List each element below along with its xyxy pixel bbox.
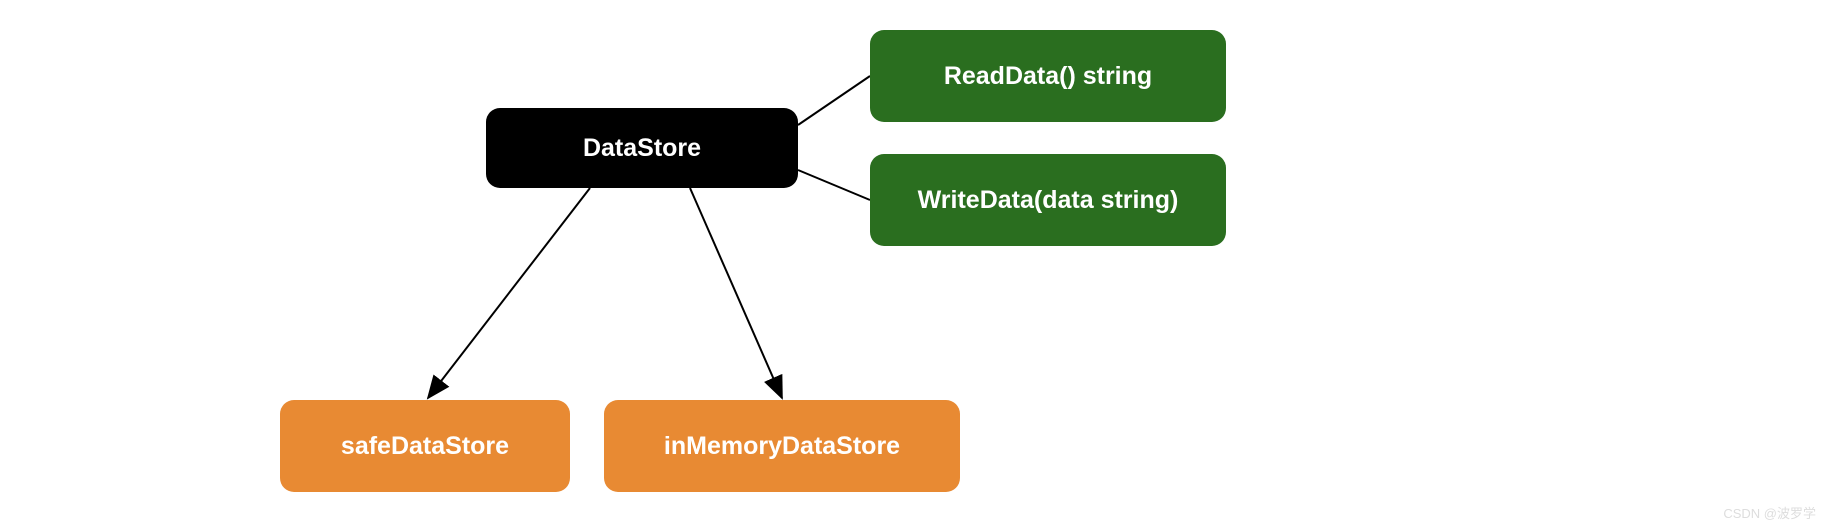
watermark: CSDN @波罗学 xyxy=(1723,503,1816,522)
node-datastore-label: DataStore xyxy=(583,134,701,163)
node-readdata-label: ReadData() string xyxy=(944,62,1152,91)
node-writedata-label: WriteData(data string) xyxy=(918,186,1179,215)
edge-datastore-inmemorydatastore xyxy=(690,188,782,398)
edge-datastore-writedata xyxy=(798,170,870,200)
node-datastore: DataStore xyxy=(486,108,798,188)
node-inmemorydatastore-label: inMemoryDataStore xyxy=(664,432,900,461)
node-inmemorydatastore: inMemoryDataStore xyxy=(604,400,960,492)
edge-datastore-readdata xyxy=(798,76,870,125)
node-writedata: WriteData(data string) xyxy=(870,154,1226,246)
node-safedatastore: safeDataStore xyxy=(280,400,570,492)
node-safedatastore-label: safeDataStore xyxy=(341,432,509,461)
edge-datastore-safedatastore xyxy=(428,188,590,398)
node-readdata: ReadData() string xyxy=(870,30,1226,122)
